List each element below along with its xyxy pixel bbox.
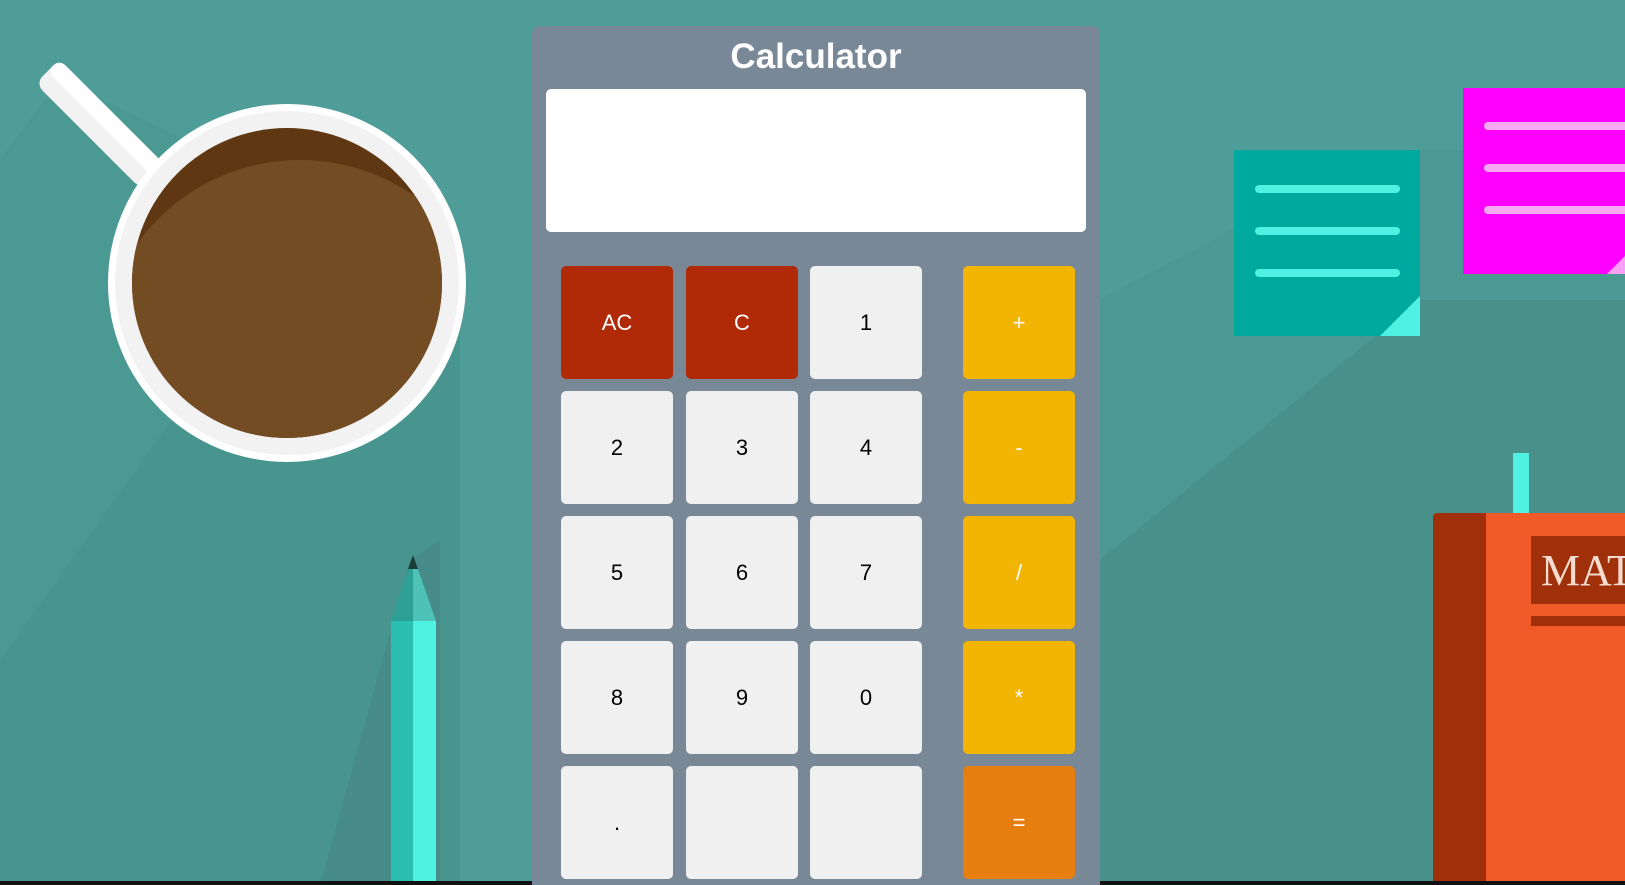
book-icon: MAT <box>1433 453 1625 885</box>
minus-button[interactable]: - <box>963 391 1075 504</box>
multiply-button[interactable]: * <box>963 641 1075 754</box>
clear-button[interactable]: C <box>686 266 798 379</box>
digit-5-button[interactable]: 5 <box>561 516 673 629</box>
calculator-title: Calculator <box>730 37 902 76</box>
calculator-display[interactable] <box>546 89 1086 232</box>
blank-button-1[interactable] <box>686 766 798 879</box>
plus-button[interactable]: + <box>963 266 1075 379</box>
decimal-point-button[interactable]: . <box>561 766 673 879</box>
sticky-note-icon <box>1234 150 1420 336</box>
digit-3-button[interactable]: 3 <box>686 391 798 504</box>
digit-7-button[interactable]: 7 <box>810 516 922 629</box>
all-clear-button[interactable]: AC <box>561 266 673 379</box>
sticky-note-magenta-icon <box>1463 88 1625 274</box>
calculator: Calculator AC C 1 + 2 3 4 - 5 6 7 / 8 9 … <box>532 26 1100 885</box>
digit-0-button[interactable]: 0 <box>810 641 922 754</box>
book-title: MAT <box>1541 546 1625 595</box>
digit-4-button[interactable]: 4 <box>810 391 922 504</box>
blank-button-2[interactable] <box>810 766 922 879</box>
divide-button[interactable]: / <box>963 516 1075 629</box>
digit-8-button[interactable]: 8 <box>561 641 673 754</box>
digit-9-button[interactable]: 9 <box>686 641 798 754</box>
pencil-icon <box>391 555 436 885</box>
digit-2-button[interactable]: 2 <box>561 391 673 504</box>
equals-button[interactable]: = <box>963 766 1075 879</box>
digit-1-button[interactable]: 1 <box>810 266 922 379</box>
digit-6-button[interactable]: 6 <box>686 516 798 629</box>
